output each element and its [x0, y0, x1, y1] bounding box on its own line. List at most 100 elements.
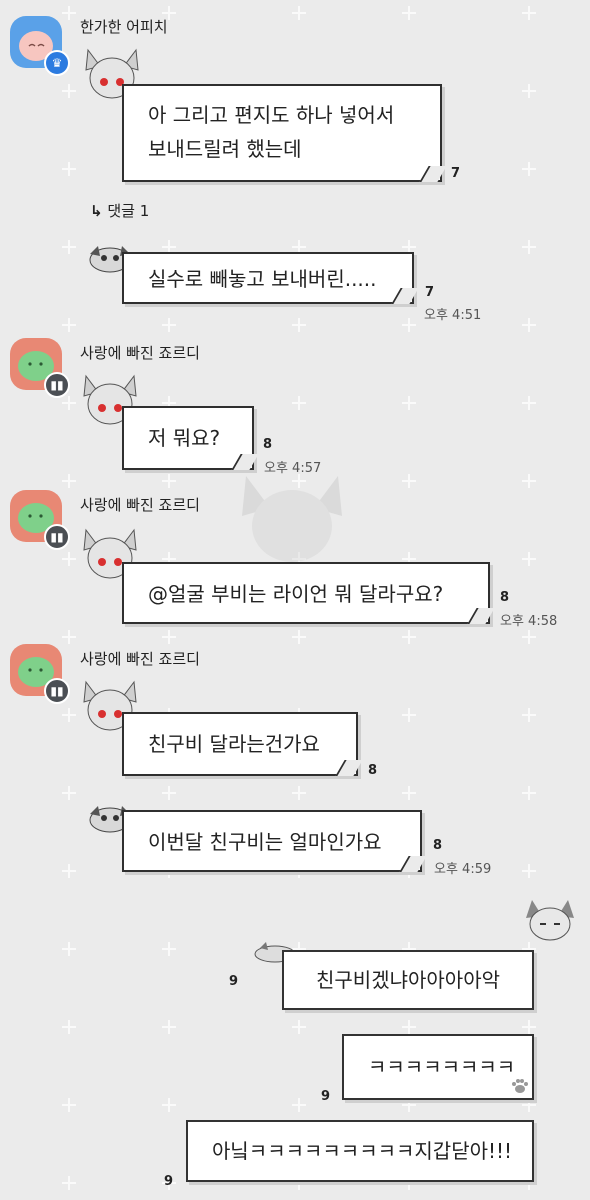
- grid-plus-mark: [522, 708, 536, 722]
- crown-icon: ♛: [44, 50, 70, 76]
- message-line: 보내드릴려 했는데: [148, 137, 302, 161]
- message-bubble[interactable]: 친구비 달라는건가요: [122, 712, 363, 776]
- grid-plus-mark: [522, 786, 536, 800]
- grid-plus-mark: [62, 84, 76, 98]
- message-bubble[interactable]: 실수로 빼놓고 보내버린.....: [122, 252, 419, 304]
- message-text: 저 뭐요?: [148, 426, 221, 450]
- sender-name: 한가한 어피치: [80, 18, 168, 36]
- member-icon: ▮▮: [44, 524, 70, 550]
- unread-count: 8: [263, 437, 273, 452]
- grid-plus-mark: [62, 396, 76, 410]
- message-bubble[interactable]: 저 뭐요?: [122, 406, 259, 470]
- message-text: 친구비 달라는건가요: [148, 732, 320, 756]
- grid-plus-mark: [292, 6, 306, 20]
- sender-avatar-apeach[interactable]: ♛: [10, 16, 70, 76]
- grid-plus-mark: [62, 1098, 76, 1112]
- unread-count: 7: [451, 166, 461, 181]
- message-text: 친구비겠냐아아아아악: [316, 968, 500, 992]
- grid-plus-mark: [62, 1176, 76, 1190]
- paw-icon: [512, 1079, 528, 1093]
- grid-plus-mark: [522, 474, 536, 488]
- grid-plus-mark: [522, 318, 536, 332]
- member-icon: ▮▮: [44, 678, 70, 704]
- grid-plus-mark: [62, 474, 76, 488]
- timestamp: 오후 4:58: [500, 614, 558, 629]
- grid-plus-mark: [62, 864, 76, 878]
- grid-plus-mark: [162, 942, 176, 956]
- watermark-cat-sticker: [242, 476, 342, 562]
- grid-plus-mark: [292, 1020, 306, 1034]
- unread-count: 8: [433, 838, 443, 853]
- message-text: @얼굴 부비는 라이언 뭐 달라구요?: [148, 582, 444, 606]
- grid-plus-mark: [62, 786, 76, 800]
- grid-plus-mark: [62, 6, 76, 20]
- grid-plus-mark: [522, 240, 536, 254]
- unread-count: 7: [425, 285, 435, 300]
- message-bubble[interactable]: 이번달 친구비는 얼마인가요: [122, 810, 427, 872]
- grid-plus-mark: [402, 1098, 416, 1112]
- grid-plus-mark: [402, 474, 416, 488]
- grid-plus-mark: [522, 1098, 536, 1112]
- sleepy-cat-sticker: [526, 900, 574, 941]
- grid-plus-mark: [402, 630, 416, 644]
- grid-plus-mark: [162, 786, 176, 800]
- grid-plus-mark: [162, 1020, 176, 1034]
- grid-plus-mark: [62, 162, 76, 176]
- grid-plus-mark: [62, 318, 76, 332]
- grid-plus-mark: [402, 1020, 416, 1034]
- sender-avatar-jordy[interactable]: ▮▮: [10, 490, 70, 550]
- reply-count-label: 댓글 1: [107, 202, 150, 220]
- grid-plus-mark: [62, 552, 76, 566]
- my-message-bubble[interactable]: 아닠ㅋㅋㅋㅋㅋㅋㅋㅋㅋ지갑닫아!!!: [186, 1120, 534, 1182]
- sender-name: 사랑에 빠진 죠르디: [80, 650, 200, 668]
- grid-plus-mark: [522, 6, 536, 20]
- grid-plus-mark: [522, 162, 536, 176]
- message-bubble[interactable]: @얼굴 부비는 라이언 뭐 달라구요?: [122, 562, 495, 624]
- unread-count: 9: [164, 1174, 174, 1189]
- grid-plus-mark: [402, 318, 416, 332]
- grid-plus-mark: [62, 1020, 76, 1034]
- grid-plus-mark: [162, 318, 176, 332]
- grid-plus-mark: [162, 1098, 176, 1112]
- message-text: ㅋㅋㅋㅋㅋㅋㅋㅋ: [368, 1055, 516, 1079]
- grid-plus-mark: [62, 630, 76, 644]
- message-text: 이번달 친구비는 얼마인가요: [148, 830, 382, 854]
- grid-plus-mark: [522, 396, 536, 410]
- grid-plus-mark: [522, 552, 536, 566]
- my-message-bubble[interactable]: ㅋㅋㅋㅋㅋㅋㅋㅋ: [342, 1034, 534, 1100]
- grid-plus-mark: [292, 1098, 306, 1112]
- timestamp: 오후 4:51: [424, 308, 482, 323]
- grid-plus-mark: [62, 942, 76, 956]
- grid-plus-mark: [402, 396, 416, 410]
- grid-plus-mark: [402, 786, 416, 800]
- grid-plus-mark: [402, 6, 416, 20]
- grid-plus-mark: [162, 474, 176, 488]
- sender-name: 사랑에 빠진 죠르디: [80, 496, 200, 514]
- message-text: 아닠ㅋㅋㅋㅋㅋㅋㅋㅋㅋ지갑닫아!!!: [212, 1139, 513, 1163]
- reply-thread-link[interactable]: ↳ 댓글 1: [90, 200, 149, 221]
- sender-avatar-jordy[interactable]: ▮▮: [10, 644, 70, 704]
- grid-plus-mark: [62, 240, 76, 254]
- my-message-bubble[interactable]: 친구비겠냐아아아아악: [282, 950, 534, 1010]
- message-bubble[interactable]: 아 그리고 편지도 하나 넣어서 보내드릴려 했는데: [122, 84, 447, 182]
- message-text: 실수로 빼놓고 보내버린.....: [148, 267, 377, 291]
- message-line: 아 그리고 편지도 하나 넣어서: [148, 103, 395, 127]
- reply-arrow-icon: ↳: [90, 202, 103, 220]
- grid-plus-mark: [522, 1020, 536, 1034]
- grid-plus-mark: [522, 84, 536, 98]
- grid-plus-mark: [522, 864, 536, 878]
- grid-plus-mark: [162, 630, 176, 644]
- sender-avatar-jordy[interactable]: ▮▮: [10, 338, 70, 398]
- sender-name: 사랑에 빠진 죠르디: [80, 344, 200, 362]
- timestamp: 오후 4:59: [434, 862, 492, 877]
- grid-plus-mark: [402, 708, 416, 722]
- unread-count: 8: [368, 763, 378, 778]
- unread-count: 9: [229, 974, 239, 989]
- grid-plus-mark: [292, 630, 306, 644]
- grid-plus-mark: [522, 630, 536, 644]
- grid-plus-mark: [292, 318, 306, 332]
- unread-count: 8: [500, 590, 510, 605]
- grid-plus-mark: [292, 786, 306, 800]
- grid-plus-mark: [62, 708, 76, 722]
- grid-plus-mark: [292, 396, 306, 410]
